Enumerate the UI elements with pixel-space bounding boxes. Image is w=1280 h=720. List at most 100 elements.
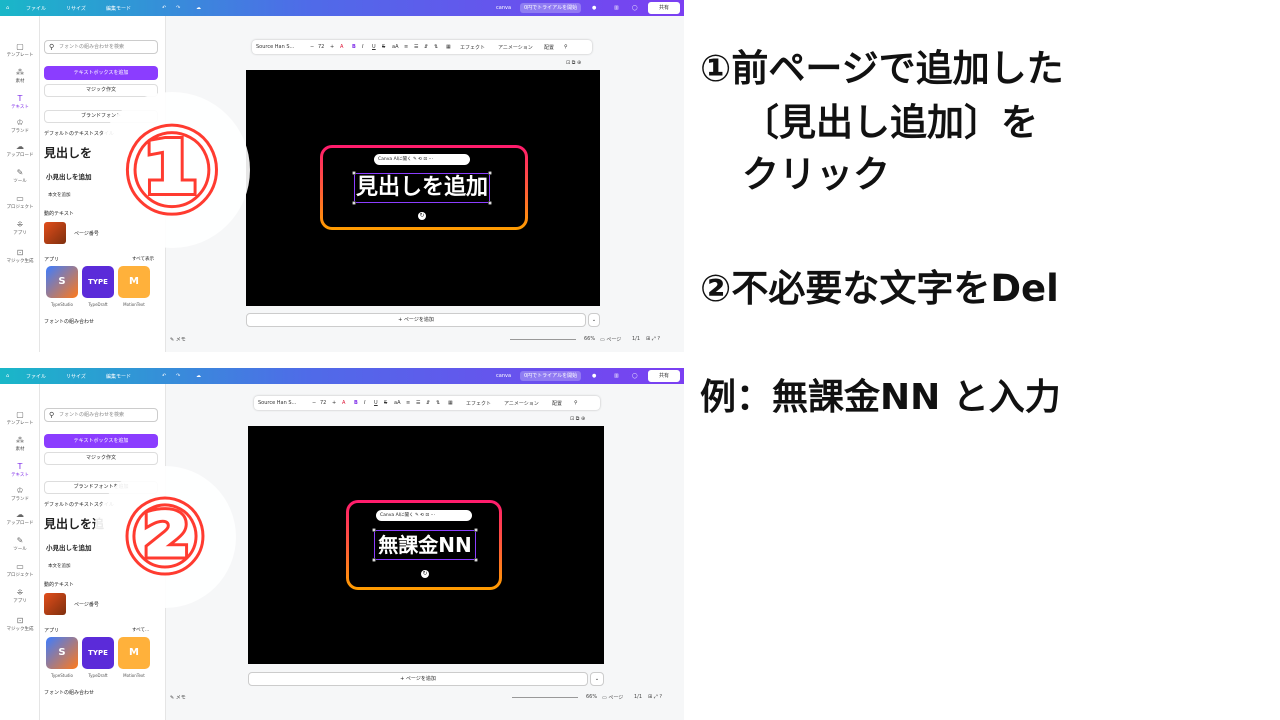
nav-text[interactable]: T テキスト — [0, 94, 40, 110]
app-typestudio-icon[interactable]: S — [46, 266, 78, 298]
resize-handle[interactable] — [474, 558, 478, 562]
nav-magic[interactable]: ⊡ マジック生成 — [0, 248, 40, 264]
zoom-slider[interactable] — [512, 697, 578, 698]
app-motiontext-icon[interactable]: M — [118, 637, 150, 669]
zoom-level[interactable]: 66% — [586, 694, 597, 700]
align-icon[interactable]: ≡ — [404, 44, 408, 50]
vertical-text-icon[interactable]: ⇅ — [436, 400, 440, 406]
resize-handle[interactable] — [488, 201, 492, 205]
position-button[interactable]: 配置 — [552, 400, 562, 407]
context-menu[interactable]: Canva AIに聞く ✎ ⟲ ⊡ ⋯ — [374, 154, 470, 165]
effects-button[interactable]: エフェクト — [466, 400, 491, 407]
design-canvas[interactable]: Canva AIに聞く ✎ ⟲ ⊡ ⋯ 無課金NN ↻ — [248, 426, 604, 664]
avatar-icon[interactable]: ● — [592, 5, 596, 11]
trial-button[interactable]: 0円でトライアルを開始 — [520, 371, 582, 381]
menu-resize[interactable]: リサイズ — [66, 5, 86, 12]
list-icon[interactable]: ☰ — [414, 44, 418, 50]
text-color-icon[interactable]: A — [342, 400, 345, 406]
size-plus[interactable]: + — [330, 44, 334, 50]
menu-file[interactable]: ファイル — [26, 5, 46, 12]
comment-icon[interactable]: ◯ — [632, 5, 638, 11]
spacing-icon[interactable]: ⇵ — [426, 400, 430, 406]
analytics-icon[interactable]: ▥ — [614, 5, 619, 11]
format-paint-icon[interactable]: ⚲ — [564, 44, 568, 50]
underline-icon[interactable]: U — [372, 44, 376, 50]
nav-text[interactable]: T テキスト — [0, 462, 40, 478]
spacing-icon[interactable]: ⇵ — [424, 44, 428, 50]
heading-sample[interactable]: 見出しを — [44, 144, 92, 161]
bold-icon[interactable]: B — [354, 400, 358, 406]
canvas-heading-text[interactable]: 無課金NN — [374, 530, 476, 560]
magic-write-button[interactable]: マジック作文 — [44, 452, 158, 465]
nav-apps[interactable]: ⁜ アプリ — [0, 220, 40, 236]
resize-handle[interactable] — [372, 558, 376, 562]
resize-handle[interactable] — [352, 201, 356, 205]
nav-projects[interactable]: ▭ プロジェクト — [0, 562, 40, 578]
font-select[interactable]: Source Han S... — [256, 44, 294, 50]
resize-handle[interactable] — [488, 171, 492, 175]
format-paint-icon[interactable]: ⚲ — [574, 400, 578, 406]
rotate-handle-icon[interactable]: ↻ — [418, 212, 426, 220]
text-color-icon[interactable]: A — [340, 44, 343, 50]
resize-handle[interactable] — [352, 171, 356, 175]
subheading-sample[interactable]: 小見出しを追加 — [46, 542, 92, 552]
nav-projects[interactable]: ▭ プロジェクト — [0, 194, 40, 210]
app-motiontext-icon[interactable]: M — [118, 266, 150, 298]
add-page-button[interactable]: + ページを追加 — [248, 672, 588, 686]
animate-button[interactable]: アニメーション — [504, 400, 539, 407]
chevron-down-icon[interactable]: ⌄ — [588, 313, 600, 327]
page-tools-icons[interactable]: ⊡ ⧉ ⊕ — [566, 60, 581, 66]
home-icon[interactable]: ⌂ — [6, 373, 9, 379]
font-size[interactable]: 72 — [318, 44, 324, 50]
share-button[interactable]: 共有 — [648, 370, 680, 382]
body-sample[interactable]: 本文を追加 — [48, 192, 71, 198]
share-button[interactable]: 共有 — [648, 2, 680, 14]
menu-edit-mode[interactable]: 編集モード — [106, 5, 131, 12]
menu-edit-mode[interactable]: 編集モード — [106, 373, 131, 380]
nav-magic[interactable]: ⊡ マジック生成 — [0, 616, 40, 632]
view-icons[interactable]: ⊞ ⤢ ? — [646, 336, 660, 342]
notes-button[interactable]: ✎ メモ — [170, 336, 186, 343]
position-button[interactable]: 配置 — [544, 44, 554, 51]
nav-elements[interactable]: ⁂ 素材 — [0, 436, 40, 452]
page-number-thumbnail[interactable] — [44, 593, 66, 615]
underline-icon[interactable]: U — [374, 400, 378, 406]
pages-button[interactable]: ▭ ページ — [602, 694, 623, 701]
nav-template[interactable]: ▢ テンプレート — [0, 42, 40, 58]
undo-icon[interactable]: ↶ — [162, 5, 166, 11]
transparency-icon[interactable]: ▦ — [448, 400, 453, 406]
nav-draw[interactable]: ✎ ツール — [0, 536, 40, 552]
redo-icon[interactable]: ↷ — [176, 373, 180, 379]
analytics-icon[interactable]: ▥ — [614, 373, 619, 379]
nav-draw[interactable]: ✎ ツール — [0, 168, 40, 184]
page-number-thumbnail[interactable] — [44, 222, 66, 244]
subheading-sample[interactable]: 小見出しを追加 — [46, 171, 92, 181]
list-icon[interactable]: ☰ — [416, 400, 420, 406]
undo-icon[interactable]: ↶ — [162, 373, 166, 379]
view-icons[interactable]: ⊞ ⤢ ? — [648, 694, 662, 700]
italic-icon[interactable]: I — [364, 400, 365, 406]
vertical-text-icon[interactable]: ⇅ — [434, 44, 438, 50]
home-icon[interactable]: ⌂ — [6, 5, 9, 11]
see-all-link[interactable]: すべて表示 — [132, 256, 154, 262]
redo-icon[interactable]: ↷ — [176, 5, 180, 11]
case-icon[interactable]: aA — [394, 400, 400, 406]
strike-icon[interactable]: S — [384, 400, 387, 406]
canva-ai-button[interactable]: Canva AIに聞く — [380, 513, 414, 518]
strike-icon[interactable]: S — [382, 44, 385, 50]
comment-icon[interactable]: ◯ — [632, 373, 638, 379]
notes-button[interactable]: ✎ メモ — [170, 694, 186, 701]
size-minus[interactable]: − — [310, 44, 314, 50]
bold-icon[interactable]: B — [352, 44, 356, 50]
body-sample[interactable]: 本文を追加 — [48, 563, 71, 569]
animate-button[interactable]: アニメーション — [498, 44, 533, 51]
search-input[interactable]: ⚲ フォントの組み合わせを検索 — [44, 408, 158, 422]
transparency-icon[interactable]: ▦ — [446, 44, 451, 50]
pages-button[interactable]: ▭ ページ — [600, 336, 621, 343]
zoom-level[interactable]: 66% — [584, 336, 595, 342]
context-menu[interactable]: Canva AIに聞く ✎ ⟲ ⊡ ⋯ — [376, 510, 472, 521]
resize-handle[interactable] — [372, 528, 376, 532]
canva-ai-button[interactable]: Canva AIに聞く — [378, 157, 412, 162]
nav-brand[interactable]: ♔ ブランド — [0, 486, 40, 502]
effects-button[interactable]: エフェクト — [460, 44, 485, 51]
